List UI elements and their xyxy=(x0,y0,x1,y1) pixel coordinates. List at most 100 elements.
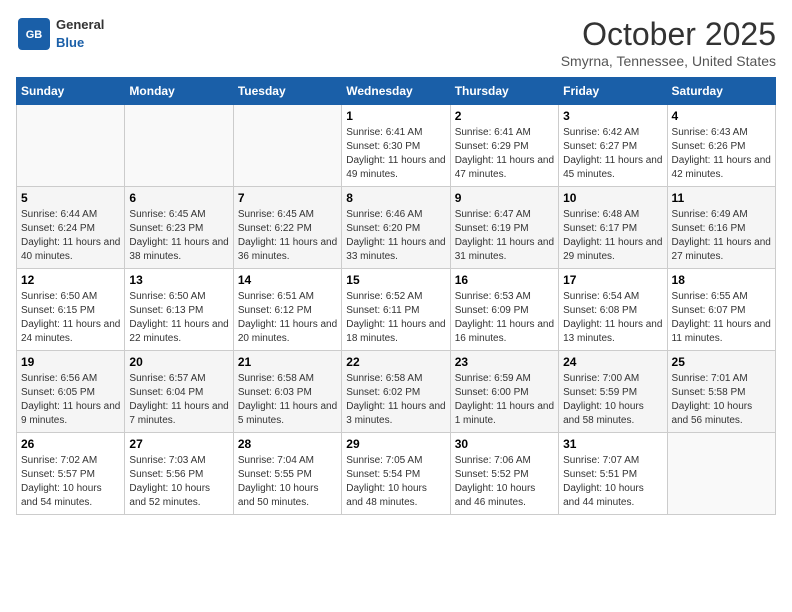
day-number: 7 xyxy=(238,191,337,205)
calendar-day-26: 26 Sunrise: 7:02 AM Sunset: 5:57 PM Dayli… xyxy=(17,433,125,515)
weekday-wednesday: Wednesday xyxy=(342,78,450,105)
logo: GB General Blue xyxy=(16,16,104,52)
day-number: 23 xyxy=(455,355,554,369)
day-detail: Sunrise: 7:02 AM Sunset: 5:57 PM Dayligh… xyxy=(21,454,120,510)
weekday-friday: Friday xyxy=(559,78,667,105)
calendar-day-24: 24Sunrise: 7:00 AM Sunset: 5:59 PM Dayli… xyxy=(559,351,667,433)
calendar-header: SundayMondayTuesdayWednesdayThursdayFrid… xyxy=(17,78,776,105)
day-number: 11 xyxy=(672,191,771,205)
day-detail: Sunrise: 6:45 AM Sunset: 6:23 PM Dayligh… xyxy=(129,208,228,264)
day-detail: Sunrise: 6:58 AM Sunset: 6:02 PM Dayligh… xyxy=(346,372,445,428)
day-number: 9 xyxy=(455,191,554,205)
day-number: 19 xyxy=(21,355,120,369)
day-number: 22 xyxy=(346,355,445,369)
day-detail: Sunrise: 6:49 AM Sunset: 6:16 PM Dayligh… xyxy=(672,208,771,264)
day-number: 27 xyxy=(129,437,228,451)
calendar-day-25: 25Sunrise: 7:01 AM Sunset: 5:58 PM Dayli… xyxy=(667,351,775,433)
day-number: 30 xyxy=(455,437,554,451)
day-number: 1 xyxy=(346,109,445,123)
logo-icon: GB xyxy=(16,16,52,52)
calendar-day-27: 27 Sunrise: 7:03 AM Sunset: 5:56 PM Dayli… xyxy=(125,433,233,515)
weekday-thursday: Thursday xyxy=(450,78,558,105)
calendar-table: SundayMondayTuesdayWednesdayThursdayFrid… xyxy=(16,77,776,515)
day-number: 12 xyxy=(21,273,120,287)
day-number: 4 xyxy=(672,109,771,123)
calendar-day-12: 12 Sunrise: 6:50 AM Sunset: 6:15 PM Dayli… xyxy=(17,269,125,351)
day-detail: Sunrise: 6:51 AM Sunset: 6:12 PM Dayligh… xyxy=(238,290,337,346)
weekday-sunday: Sunday xyxy=(17,78,125,105)
empty-day xyxy=(17,105,125,187)
day-detail: Sunrise: 7:03 AM Sunset: 5:56 PM Dayligh… xyxy=(129,454,228,510)
calendar-day-8: 8 Sunrise: 6:46 AM Sunset: 6:20 PM Daylig… xyxy=(342,187,450,269)
day-number: 29 xyxy=(346,437,445,451)
svg-text:GB: GB xyxy=(26,29,43,41)
weekday-saturday: Saturday xyxy=(667,78,775,105)
calendar-week-1: 1 Sunrise: 6:41 AM Sunset: 6:30 PM Daylig… xyxy=(17,105,776,187)
day-number: 10 xyxy=(563,191,662,205)
day-number: 8 xyxy=(346,191,445,205)
calendar-day-7: 7 Sunrise: 6:45 AM Sunset: 6:22 PM Daylig… xyxy=(233,187,341,269)
day-number: 14 xyxy=(238,273,337,287)
day-detail: Sunrise: 6:50 AM Sunset: 6:15 PM Dayligh… xyxy=(21,290,120,346)
day-detail: Sunrise: 6:59 AM Sunset: 6:00 PM Dayligh… xyxy=(455,372,554,428)
day-detail: Sunrise: 6:57 AM Sunset: 6:04 PM Dayligh… xyxy=(129,372,228,428)
calendar-day-16: 16Sunrise: 6:53 AM Sunset: 6:09 PM Dayli… xyxy=(450,269,558,351)
day-number: 25 xyxy=(672,355,771,369)
calendar-day-28: 28Sunrise: 7:04 AM Sunset: 5:55 PM Dayli… xyxy=(233,433,341,515)
calendar-day-14: 14 Sunrise: 6:51 AM Sunset: 6:12 PM Dayli… xyxy=(233,269,341,351)
location: Smyrna, Tennessee, United States xyxy=(561,53,776,69)
day-detail: Sunrise: 6:55 AM Sunset: 6:07 PM Dayligh… xyxy=(672,290,771,346)
calendar-day-19: 19 Sunrise: 6:56 AM Sunset: 6:05 PM Dayli… xyxy=(17,351,125,433)
calendar-week-5: 26 Sunrise: 7:02 AM Sunset: 5:57 PM Dayli… xyxy=(17,433,776,515)
calendar-day-2: 2Sunrise: 6:41 AM Sunset: 6:29 PM Daylig… xyxy=(450,105,558,187)
calendar-day-10: 10 Sunrise: 6:48 AM Sunset: 6:17 PM Dayli… xyxy=(559,187,667,269)
calendar-week-4: 19 Sunrise: 6:56 AM Sunset: 6:05 PM Dayli… xyxy=(17,351,776,433)
calendar-day-1: 1 Sunrise: 6:41 AM Sunset: 6:30 PM Daylig… xyxy=(342,105,450,187)
day-number: 18 xyxy=(672,273,771,287)
day-detail: Sunrise: 7:00 AM Sunset: 5:59 PM Dayligh… xyxy=(563,372,662,428)
day-number: 31 xyxy=(563,437,662,451)
page-header: GB General Blue October 2025 Smyrna, Ten… xyxy=(16,16,776,69)
day-detail: Sunrise: 7:06 AM Sunset: 5:52 PM Dayligh… xyxy=(455,454,554,510)
title-area: October 2025 Smyrna, Tennessee, United S… xyxy=(561,16,776,69)
day-number: 6 xyxy=(129,191,228,205)
logo-text: General Blue xyxy=(56,16,104,52)
calendar-body: 1 Sunrise: 6:41 AM Sunset: 6:30 PM Daylig… xyxy=(17,105,776,515)
day-detail: Sunrise: 6:56 AM Sunset: 6:05 PM Dayligh… xyxy=(21,372,120,428)
calendar-day-18: 18 Sunrise: 6:55 AM Sunset: 6:07 PM Dayli… xyxy=(667,269,775,351)
day-number: 15 xyxy=(346,273,445,287)
month-title: October 2025 xyxy=(561,16,776,53)
day-detail: Sunrise: 6:50 AM Sunset: 6:13 PM Dayligh… xyxy=(129,290,228,346)
empty-day xyxy=(667,433,775,515)
calendar-week-3: 12 Sunrise: 6:50 AM Sunset: 6:15 PM Dayli… xyxy=(17,269,776,351)
day-number: 3 xyxy=(563,109,662,123)
calendar-day-15: 15Sunrise: 6:52 AM Sunset: 6:11 PM Dayli… xyxy=(342,269,450,351)
day-detail: Sunrise: 6:48 AM Sunset: 6:17 PM Dayligh… xyxy=(563,208,662,264)
calendar-day-17: 17Sunrise: 6:54 AM Sunset: 6:08 PM Dayli… xyxy=(559,269,667,351)
calendar-day-5: 5Sunrise: 6:44 AM Sunset: 6:24 PM Daylig… xyxy=(17,187,125,269)
day-number: 2 xyxy=(455,109,554,123)
day-detail: Sunrise: 7:04 AM Sunset: 5:55 PM Dayligh… xyxy=(238,454,337,510)
day-detail: Sunrise: 6:45 AM Sunset: 6:22 PM Dayligh… xyxy=(238,208,337,264)
day-detail: Sunrise: 7:05 AM Sunset: 5:54 PM Dayligh… xyxy=(346,454,445,510)
day-detail: Sunrise: 6:46 AM Sunset: 6:20 PM Dayligh… xyxy=(346,208,445,264)
calendar-day-29: 29 Sunrise: 7:05 AM Sunset: 5:54 PM Dayli… xyxy=(342,433,450,515)
calendar-day-21: 21Sunrise: 6:58 AM Sunset: 6:03 PM Dayli… xyxy=(233,351,341,433)
day-detail: Sunrise: 6:58 AM Sunset: 6:03 PM Dayligh… xyxy=(238,372,337,428)
day-detail: Sunrise: 6:43 AM Sunset: 6:26 PM Dayligh… xyxy=(672,126,771,182)
calendar-day-22: 22 Sunrise: 6:58 AM Sunset: 6:02 PM Dayli… xyxy=(342,351,450,433)
calendar-day-31: 31 Sunrise: 7:07 AM Sunset: 5:51 PM Dayli… xyxy=(559,433,667,515)
calendar-day-30: 30 Sunrise: 7:06 AM Sunset: 5:52 PM Dayli… xyxy=(450,433,558,515)
day-detail: Sunrise: 6:47 AM Sunset: 6:19 PM Dayligh… xyxy=(455,208,554,264)
calendar-day-13: 13Sunrise: 6:50 AM Sunset: 6:13 PM Dayli… xyxy=(125,269,233,351)
calendar-week-2: 5Sunrise: 6:44 AM Sunset: 6:24 PM Daylig… xyxy=(17,187,776,269)
calendar-day-23: 23 Sunrise: 6:59 AM Sunset: 6:00 PM Dayli… xyxy=(450,351,558,433)
day-number: 26 xyxy=(21,437,120,451)
weekday-header-row: SundayMondayTuesdayWednesdayThursdayFrid… xyxy=(17,78,776,105)
calendar-day-9: 9 Sunrise: 6:47 AM Sunset: 6:19 PM Daylig… xyxy=(450,187,558,269)
day-detail: Sunrise: 7:07 AM Sunset: 5:51 PM Dayligh… xyxy=(563,454,662,510)
day-number: 20 xyxy=(129,355,228,369)
calendar-day-6: 6 Sunrise: 6:45 AM Sunset: 6:23 PM Daylig… xyxy=(125,187,233,269)
day-detail: Sunrise: 6:41 AM Sunset: 6:30 PM Dayligh… xyxy=(346,126,445,182)
day-detail: Sunrise: 6:54 AM Sunset: 6:08 PM Dayligh… xyxy=(563,290,662,346)
